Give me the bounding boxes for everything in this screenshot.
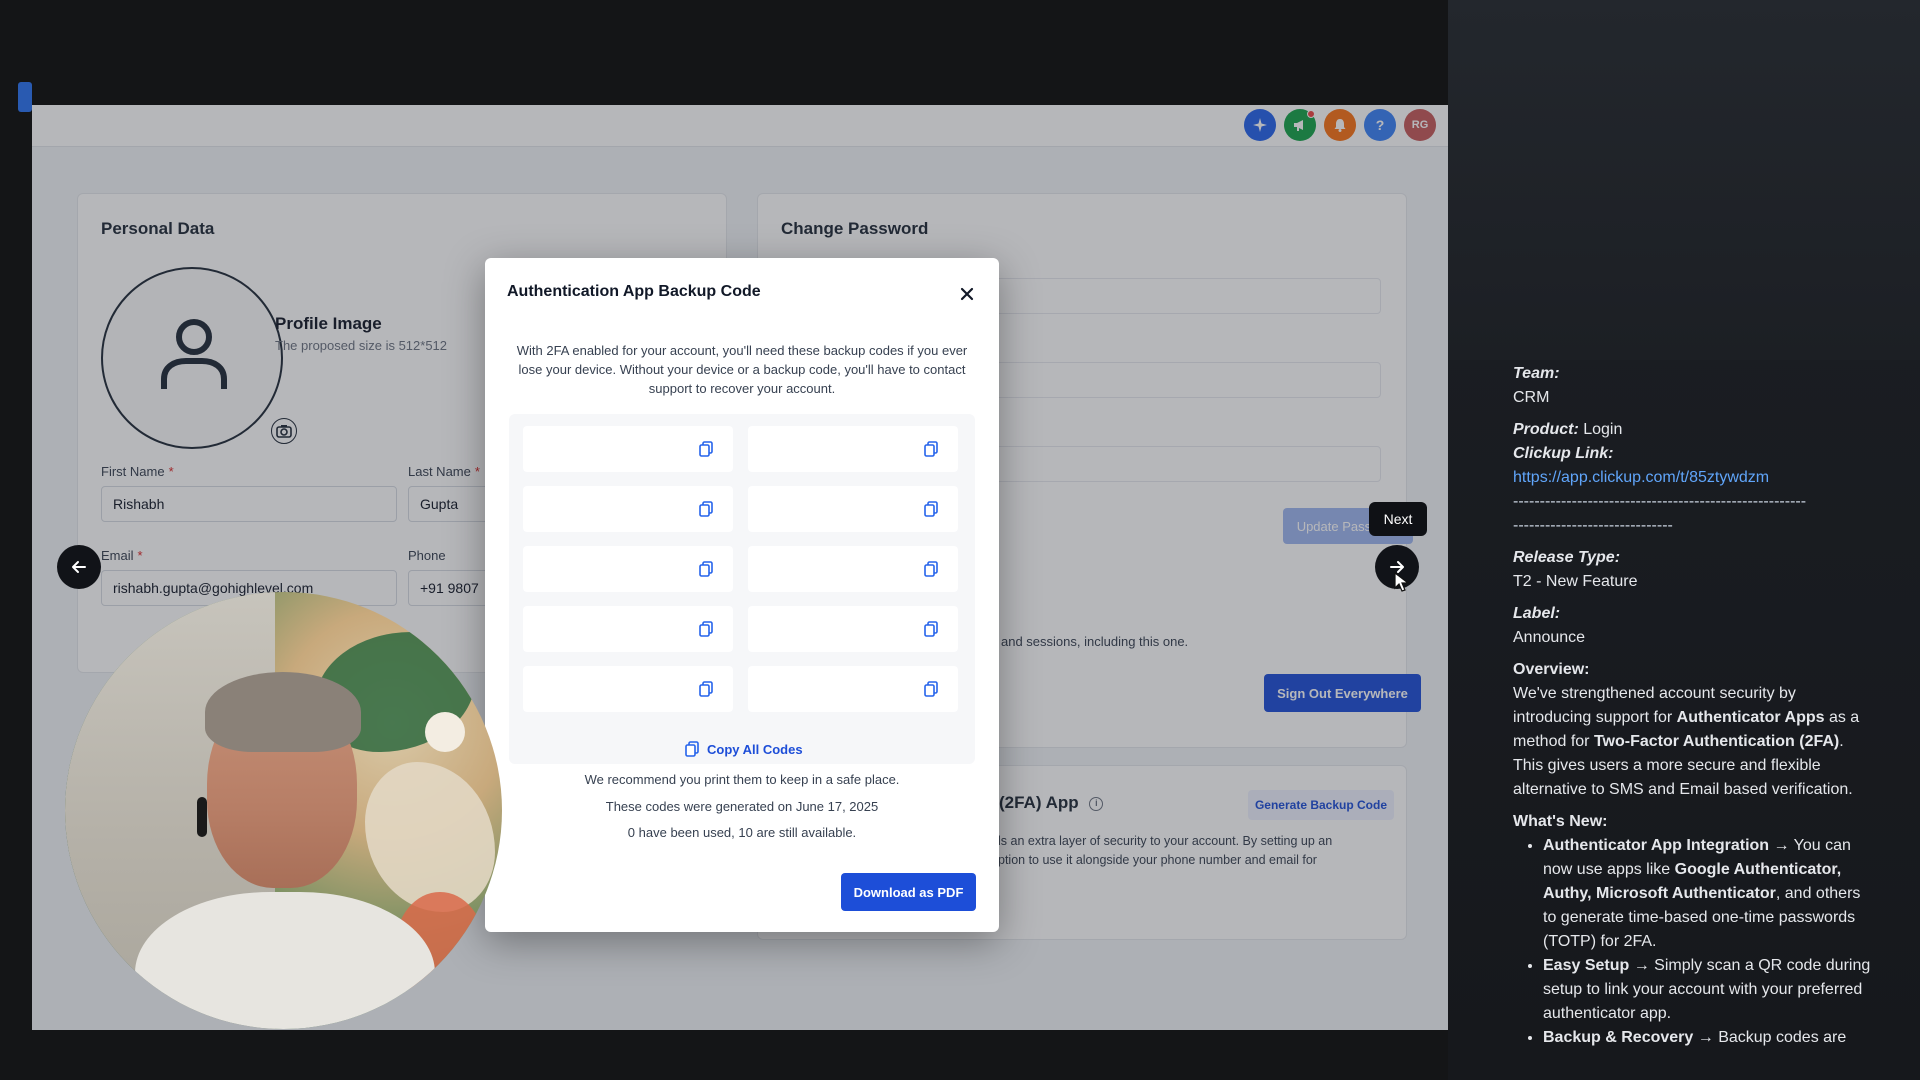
next-tooltip: Next — [1369, 502, 1427, 536]
backup-code-5 — [523, 546, 733, 592]
modal-description: With 2FA enabled for your account, you'l… — [516, 343, 968, 396]
copy-icon[interactable] — [924, 561, 938, 577]
webcam-wallpaper — [365, 762, 495, 912]
backup-code-10 — [748, 666, 958, 712]
screen-recording: ? RG Personal Data Profile Image The pro… — [0, 0, 1920, 1080]
overview-text: We've strengthened account security by i… — [1513, 685, 1860, 798]
release-notes: Team: CRM Product: Login Clickup Link: h… — [1513, 362, 1873, 1050]
headset-mic — [197, 797, 207, 837]
backdrop-bottom — [0, 1030, 1448, 1080]
backup-code-3 — [523, 486, 733, 532]
backup-code-6 — [748, 546, 958, 592]
copy-icon[interactable] — [699, 681, 713, 697]
team-value: CRM — [1513, 389, 1550, 406]
usage-count: 0 have been used, 10 are still available… — [627, 825, 857, 840]
backup-code-1 — [523, 426, 733, 472]
label-value: Announce — [1513, 629, 1586, 646]
copy-icon[interactable] — [924, 621, 938, 637]
release-type-label: Release Type: — [1513, 549, 1621, 566]
backup-code-modal: Authentication App Backup Code With 2FA … — [485, 258, 999, 932]
divider: ------------------------------ — [1513, 517, 1673, 534]
backup-code-4 — [748, 486, 958, 532]
backup-code-2 — [748, 426, 958, 472]
release-type-block: Release Type: T2 - New Feature — [1513, 546, 1873, 594]
arrow-left-icon — [72, 561, 86, 573]
clickup-link[interactable]: https://app.clickup.com/t/85ztywdzm — [1513, 466, 1873, 490]
webcam-presenter-hair — [205, 672, 361, 752]
mouse-cursor-icon — [1394, 572, 1410, 592]
divider: ----------------------------------------… — [1513, 493, 1807, 510]
previous-button[interactable] — [57, 545, 101, 589]
backup-code-9 — [523, 666, 733, 712]
modal-title: Authentication App Backup Code — [507, 283, 761, 300]
backdrop-left — [0, 105, 32, 1030]
list-item: Easy Setup → Simply scan a QR code durin… — [1543, 954, 1873, 1026]
clickup-label: Clickup Link: — [1513, 445, 1614, 462]
copy-icon[interactable] — [699, 621, 713, 637]
copy-icon[interactable] — [699, 441, 713, 457]
overview-block: Overview: We've strengthened account sec… — [1513, 658, 1873, 802]
generated-date: These codes were generated on June 17, 2… — [605, 799, 879, 814]
copy-icon — [685, 741, 699, 757]
backdrop-top — [0, 0, 1448, 105]
backup-codes-grid: Copy All Codes — [509, 414, 975, 764]
webcam-wallpaper — [425, 712, 465, 752]
backup-code-7 — [523, 606, 733, 652]
webcam-presenter-body — [135, 892, 435, 1029]
team-label: Team: — [1513, 365, 1560, 382]
copy-icon[interactable] — [924, 501, 938, 517]
overview-label: Overview: — [1513, 661, 1590, 678]
print-recommendation: We recommend you print them to keep in a… — [584, 772, 900, 787]
product-row: Product: Login — [1513, 418, 1873, 442]
team-block: Team: CRM — [1513, 362, 1873, 410]
whats-new-label: What's New: — [1513, 813, 1608, 830]
copy-all-label: Copy All Codes — [707, 741, 803, 757]
copy-all-codes-button[interactable]: Copy All Codes — [685, 741, 803, 757]
whats-new-list: Authenticator App Integration → You can … — [1543, 834, 1873, 1050]
product-label: Product: — [1513, 421, 1579, 438]
label-block: Label: Announce — [1513, 602, 1873, 650]
close-icon[interactable] — [959, 286, 975, 302]
backup-code-8 — [748, 606, 958, 652]
list-item: Authenticator App Integration → You can … — [1543, 834, 1873, 954]
download-pdf-button[interactable]: Download as PDF — [841, 873, 976, 911]
webcam-feed — [65, 592, 502, 1029]
product-value: Login — [1583, 421, 1623, 438]
notes-panel-header — [1448, 0, 1920, 360]
edge-tab — [18, 82, 32, 112]
release-type-value: T2 - New Feature — [1513, 573, 1638, 590]
copy-icon[interactable] — [699, 561, 713, 577]
label-label: Label: — [1513, 605, 1561, 622]
list-item: Backup & Recovery → Backup codes are — [1543, 1026, 1873, 1050]
copy-icon[interactable] — [924, 681, 938, 697]
copy-icon[interactable] — [924, 441, 938, 457]
copy-icon[interactable] — [699, 501, 713, 517]
